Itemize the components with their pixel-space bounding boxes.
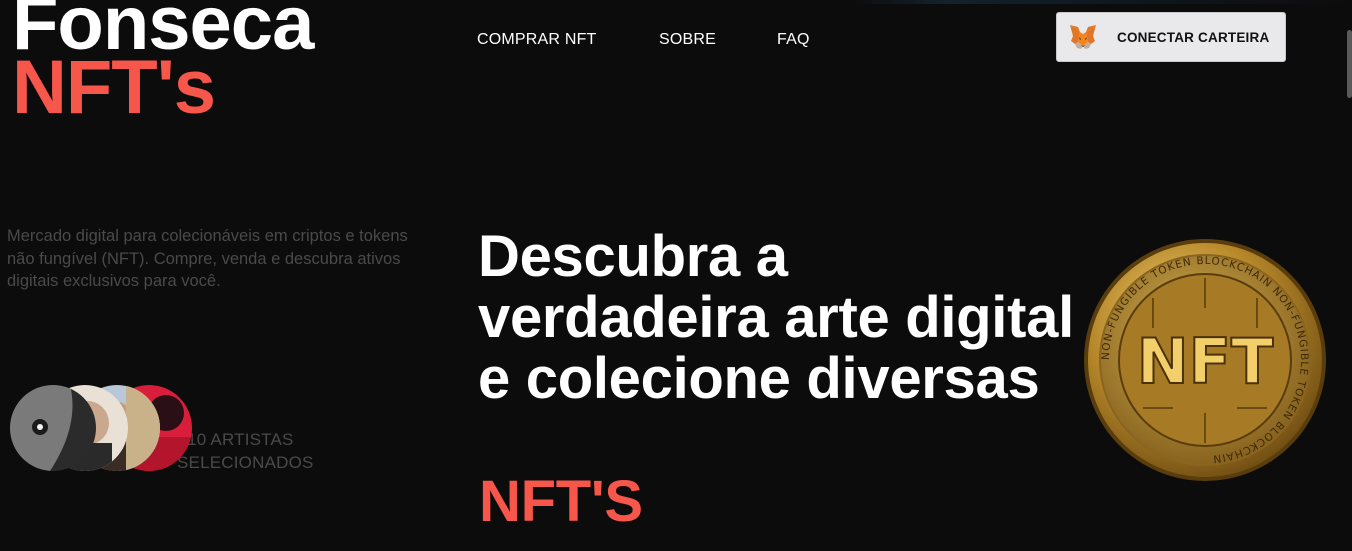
- nft-coin-image: NON-FUNGIBLE TOKEN BLOCKCHAIN NON-FUNGIB…: [1084, 239, 1326, 481]
- connect-wallet-button[interactable]: CONECTAR CARTEIRA: [1056, 12, 1286, 62]
- intro-description: Mercado digital para colecionáveis em cr…: [7, 227, 408, 290]
- hero-accent: NFT'S: [479, 469, 643, 534]
- nav-link-sobre[interactable]: SOBRE: [659, 31, 777, 49]
- coin-center-text: NFT: [1137, 325, 1274, 398]
- metamask-fox-icon: [1070, 25, 1096, 49]
- nav-link-comprar-nft[interactable]: COMPRAR NFT: [477, 31, 659, 49]
- artists-count: +10 ARTISTAS SELECIONADOS: [177, 429, 314, 474]
- artist-avatar-1: [10, 385, 96, 471]
- scrollbar-thumb[interactable]: [1347, 30, 1352, 98]
- connect-wallet-label: CONECTAR CARTEIRA: [1117, 29, 1270, 45]
- hero-headline: Descubra a verdadeira arte digital e col…: [478, 224, 1074, 411]
- brand-accent: NFT's: [12, 45, 216, 130]
- artists-count-line1: +10 ARTISTAS: [177, 430, 294, 449]
- main-nav: COMPRAR NFT SOBRE FAQ: [477, 31, 810, 49]
- artist-avatars: [10, 385, 200, 471]
- nav-link-faq[interactable]: FAQ: [777, 31, 810, 49]
- artists-count-line2: SELECIONADOS: [177, 452, 314, 472]
